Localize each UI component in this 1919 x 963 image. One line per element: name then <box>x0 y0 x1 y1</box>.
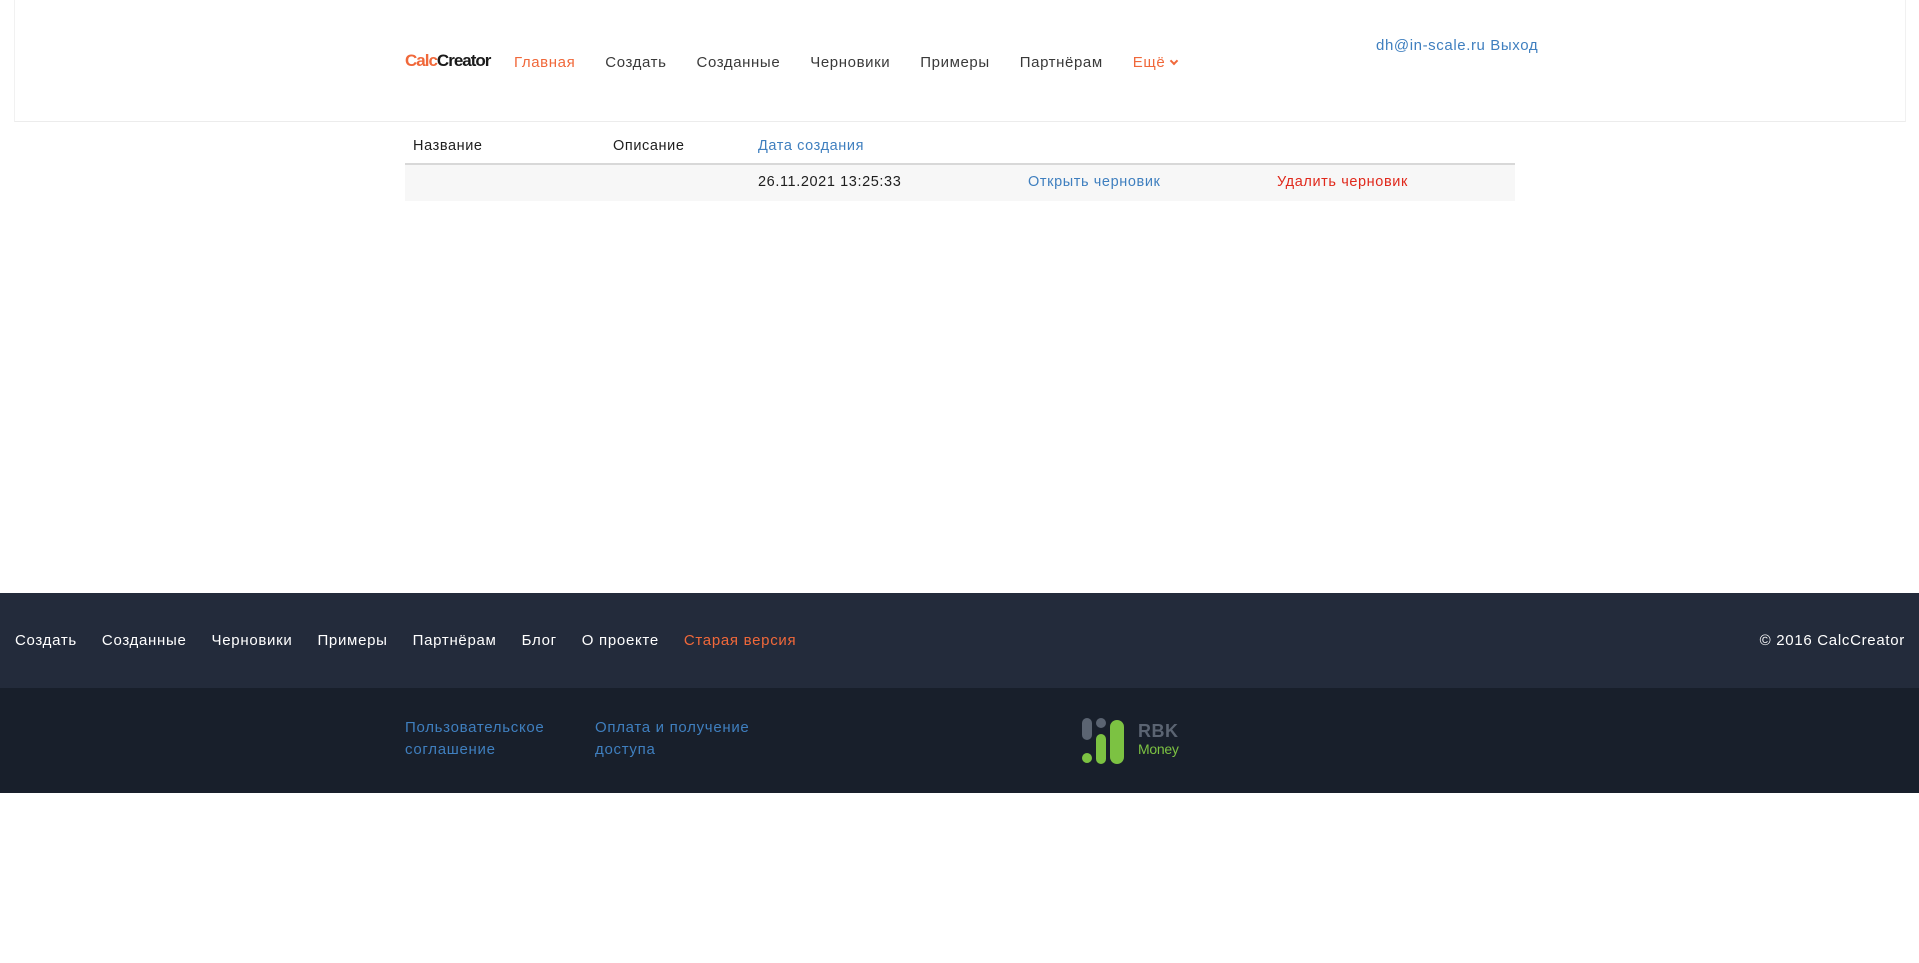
calccreator-logo[interactable]: CalcCreator <box>405 50 491 72</box>
user-box: dh@in-scale.ru Выход <box>1376 37 1538 54</box>
rbk-money-logo[interactable]: RBK Money <box>1081 718 1191 764</box>
nav-examples[interactable]: Примеры <box>920 53 989 73</box>
site-header: CalcCreator Главная Создать Созданные Че… <box>14 0 1906 122</box>
logout-link[interactable]: Выход <box>1490 37 1538 54</box>
user-email-link[interactable]: dh@in-scale.ru <box>1376 37 1486 54</box>
footer-nav-bar: Создать Созданные Черновики Примеры Парт… <box>0 593 1919 688</box>
column-header-name: Название <box>413 138 483 154</box>
footer-nav-about[interactable]: О проекте <box>582 631 659 651</box>
table-row: 26.11.2021 13:25:33 Открыть черновик Уда… <box>405 165 1515 201</box>
payment-access-link[interactable]: Оплата и получение доступа <box>595 717 749 761</box>
footer-nav-partners[interactable]: Партнёрам <box>413 631 497 651</box>
nav-more-label: Ещё <box>1132 54 1166 71</box>
chevron-down-icon <box>1170 56 1179 66</box>
table-header: Название Описание Дата создания <box>405 133 1515 165</box>
footer-nav-blog[interactable]: Блог <box>522 631 557 651</box>
footer-nav-examples[interactable]: Примеры <box>317 631 387 651</box>
column-header-description: Описание <box>613 138 685 154</box>
copyright-text: © 2016 CalcCreator <box>1759 632 1905 649</box>
footer-nav-drafts[interactable]: Черновики <box>212 631 293 651</box>
user-agreement-line2: соглашение <box>405 741 496 758</box>
nav-partners[interactable]: Партнёрам <box>1020 53 1103 73</box>
footer-nav-create[interactable]: Создать <box>15 631 77 651</box>
user-agreement-link[interactable]: Пользовательское соглашение <box>405 717 544 761</box>
rbk-bars-icon <box>1082 718 1124 764</box>
open-draft-link[interactable]: Открыть черновик <box>1028 174 1160 190</box>
payment-access-line2: доступа <box>595 741 656 758</box>
logo-part-calc: Calc <box>405 51 438 70</box>
footer-nav-created[interactable]: Созданные <box>102 631 187 651</box>
logo-part-creator: Creator <box>436 51 491 70</box>
nav-create[interactable]: Создать <box>605 53 666 73</box>
nav-home[interactable]: Главная <box>514 53 575 73</box>
main-nav: Главная Создать Созданные Черновики Прим… <box>514 53 1207 73</box>
drafts-table: Название Описание Дата создания 26.11.20… <box>405 133 1515 201</box>
footer-nav-old-version[interactable]: Старая версия <box>684 631 796 651</box>
column-header-created-date[interactable]: Дата создания <box>758 138 864 154</box>
nav-created[interactable]: Созданные <box>697 53 781 73</box>
user-agreement-line1: Пользовательское <box>405 719 545 736</box>
rbk-logo-subtext: Money <box>1138 741 1179 757</box>
row-created-date: 26.11.2021 13:25:33 <box>758 174 902 190</box>
footer-links-bar: Пользовательское соглашение Оплата и пол… <box>0 688 1919 793</box>
nav-more-dropdown[interactable]: Ещё <box>1132 53 1179 73</box>
payment-access-line1: Оплата и получение <box>595 719 750 736</box>
footer-nav: Создать Созданные Черновики Примеры Парт… <box>15 631 821 651</box>
nav-drafts[interactable]: Черновики <box>810 53 890 73</box>
rbk-logo-text: RBK <box>1138 721 1179 741</box>
delete-draft-link[interactable]: Удалить черновик <box>1277 174 1408 190</box>
